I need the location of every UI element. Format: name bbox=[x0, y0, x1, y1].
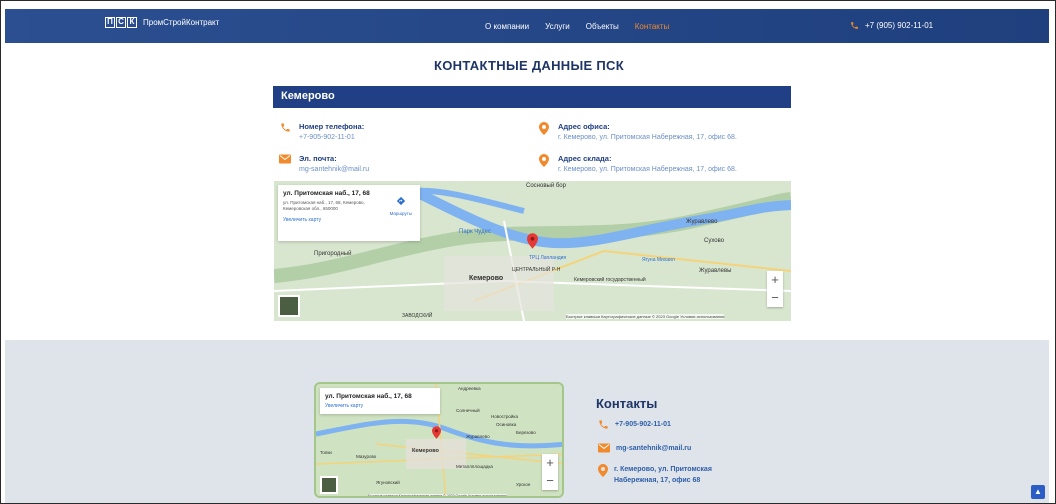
map-label: Мазурово bbox=[356, 454, 377, 459]
footer-map[interactable]: ул. Притомская наб., 17, 68 Увеличить ка… bbox=[314, 382, 564, 498]
footer-map-attribution[interactable]: Быстрые клавиши Картографические данные … bbox=[368, 494, 507, 496]
footer-contacts-title: Контакты bbox=[596, 396, 658, 411]
footer-zoom-in-button[interactable]: + bbox=[542, 454, 558, 472]
phone-icon bbox=[851, 22, 858, 29]
map-label: Топки bbox=[320, 450, 332, 455]
footer-address: г. Кемерово, ул. Притомская Набережная, … bbox=[598, 464, 734, 486]
zoom-in-button[interactable]: + bbox=[767, 271, 783, 289]
zoom-out-button[interactable]: − bbox=[767, 289, 783, 307]
routes-label: Маршруты bbox=[389, 211, 412, 216]
footer-map-marker[interactable] bbox=[432, 426, 441, 444]
page-title: КОНТАКТНЫЕ ДАННЫЕ ПСК bbox=[434, 58, 624, 73]
phone-icon bbox=[599, 420, 608, 429]
footer-map-card: ул. Притомская наб., 17, 68 Увеличить ка… bbox=[320, 388, 440, 414]
page-frame: П С К ПромСтройКонтракт О компании Услуг… bbox=[0, 0, 1056, 504]
map-label: Кемерово bbox=[469, 275, 504, 282]
footer-map-card-title: ул. Притомская наб., 17, 68 bbox=[325, 393, 412, 400]
directions-icon bbox=[396, 196, 405, 206]
location-pin-icon bbox=[539, 122, 549, 135]
email-icon bbox=[598, 443, 610, 453]
footer-enlarge-map-link[interactable]: Увеличить карту bbox=[325, 403, 435, 409]
map-marker[interactable] bbox=[527, 233, 538, 254]
email-icon bbox=[279, 154, 291, 164]
logo-letter: С bbox=[116, 17, 126, 28]
satellite-toggle[interactable] bbox=[278, 295, 300, 317]
footer-phone[interactable]: +7-905-902-11-01 bbox=[598, 419, 671, 430]
map-label: Журавлевы bbox=[699, 268, 732, 274]
map-label: ТРЦ Лапландия bbox=[529, 255, 567, 261]
footer-zoom-controls: + − bbox=[542, 454, 558, 490]
map-label: Пригородный bbox=[314, 251, 352, 257]
map-label: Андреевка bbox=[458, 386, 481, 391]
map-label: Журавлево bbox=[686, 219, 718, 225]
main-nav: О компании Услуги Объекты Контакты bbox=[485, 22, 669, 31]
enlarge-map-link[interactable]: Увеличить карту bbox=[283, 217, 415, 223]
top-navbar: П С К ПромСтройКонтракт О компании Услуг… bbox=[5, 9, 1049, 43]
nav-item-about[interactable]: О компании bbox=[485, 22, 529, 31]
footer-email-value: mg-santehnik@mail.ru bbox=[616, 445, 692, 452]
main-map[interactable]: ул. Притомская наб., 17, 68 ул. Притомск… bbox=[274, 181, 791, 321]
map-label: Березово bbox=[516, 430, 536, 435]
logo-mark: П С К bbox=[105, 17, 137, 28]
phone-info: Номер телефона: +7-905-902-11-01 bbox=[279, 122, 364, 141]
location-pin-icon bbox=[539, 154, 549, 167]
map-label: ЗАВОДСКИЙ bbox=[402, 313, 433, 319]
map-label: Ягуновский bbox=[376, 480, 400, 485]
warehouse-value: г. Кемерово, ул. Притомская Набережная, … bbox=[558, 166, 737, 173]
email-label: Эл. почта: bbox=[299, 154, 337, 163]
map-label: Кемеровский государственный bbox=[574, 277, 646, 283]
office-label: Адрес офиса: bbox=[558, 122, 610, 131]
office-info: Адрес офиса: г. Кемерово, ул. Притомская… bbox=[538, 122, 737, 141]
map-label: Журавлево bbox=[466, 434, 490, 439]
map-info-card: ул. Притомская наб., 17, 68 ул. Притомск… bbox=[278, 185, 420, 241]
map-label: Кемерово bbox=[412, 448, 439, 454]
map-pin-icon bbox=[432, 426, 441, 439]
header-phone[interactable]: +7 (905) 902-11-01 bbox=[850, 21, 933, 30]
warehouse-info: Адрес склада: г. Кемерово, ул. Притомска… bbox=[538, 154, 737, 173]
header-phone-number: +7 (905) 902-11-01 bbox=[865, 21, 934, 30]
map-card-address: ул. Притомская наб., 17, 68, Кемерово, К… bbox=[283, 200, 365, 211]
map-zoom-controls: + − bbox=[767, 271, 783, 307]
footer-address-value: г. Кемерово, ул. Притомская Набережная, … bbox=[614, 466, 712, 484]
map-attribution[interactable]: Быстрые клавиши Картографические данные … bbox=[566, 314, 725, 319]
map-label: Парк Чудес bbox=[459, 229, 491, 235]
logo[interactable]: П С К ПромСтройКонтракт bbox=[105, 17, 219, 28]
phone-value[interactable]: +7-905-902-11-01 bbox=[299, 134, 364, 141]
map-label: Осиновка bbox=[496, 422, 517, 427]
logo-letter: К bbox=[127, 17, 137, 28]
map-label: Новостройка bbox=[491, 414, 518, 419]
nav-item-contacts[interactable]: Контакты bbox=[635, 22, 670, 31]
logo-letter: П bbox=[105, 17, 115, 28]
email-info: Эл. почта: mg-santehnik@mail.ru bbox=[279, 154, 369, 173]
nav-item-services[interactable]: Услуги bbox=[545, 22, 570, 31]
map-label: Сосновый бор bbox=[526, 183, 566, 189]
logo-text: ПромСтройКонтракт bbox=[143, 18, 220, 27]
phone-icon bbox=[280, 123, 290, 132]
warehouse-label: Адрес склада: bbox=[558, 154, 612, 163]
footer-phone-value: +7-905-902-11-01 bbox=[615, 421, 671, 428]
city-heading: Кемерово bbox=[273, 86, 791, 108]
map-pin-icon bbox=[527, 233, 538, 249]
location-pin-icon bbox=[598, 464, 608, 477]
scroll-to-top-button[interactable]: ▲ bbox=[1031, 485, 1045, 499]
email-value[interactable]: mg-santehnik@mail.ru bbox=[299, 166, 369, 173]
map-label: Металлплощадка bbox=[456, 464, 493, 469]
footer-satellite-toggle[interactable] bbox=[320, 476, 338, 494]
map-label: ЦЕНТРАЛЬНЫЙ Р-Н bbox=[512, 267, 561, 273]
map-label: Солнечный bbox=[456, 408, 480, 413]
footer-email[interactable]: mg-santehnik@mail.ru bbox=[598, 443, 691, 454]
map-label: Урское bbox=[516, 482, 531, 487]
routes-button[interactable]: Маршруты bbox=[390, 193, 412, 216]
map-label: Сухово bbox=[704, 238, 725, 244]
footer-zoom-out-button[interactable]: − bbox=[542, 472, 558, 490]
chevron-up-icon: ▲ bbox=[1034, 487, 1042, 496]
office-value: г. Кемерово, ул. Притомская Набережная, … bbox=[558, 134, 737, 141]
nav-item-objects[interactable]: Объекты bbox=[586, 22, 619, 31]
map-label: Ягуна Михаил bbox=[642, 257, 675, 263]
phone-label: Номер телефона: bbox=[299, 122, 365, 131]
